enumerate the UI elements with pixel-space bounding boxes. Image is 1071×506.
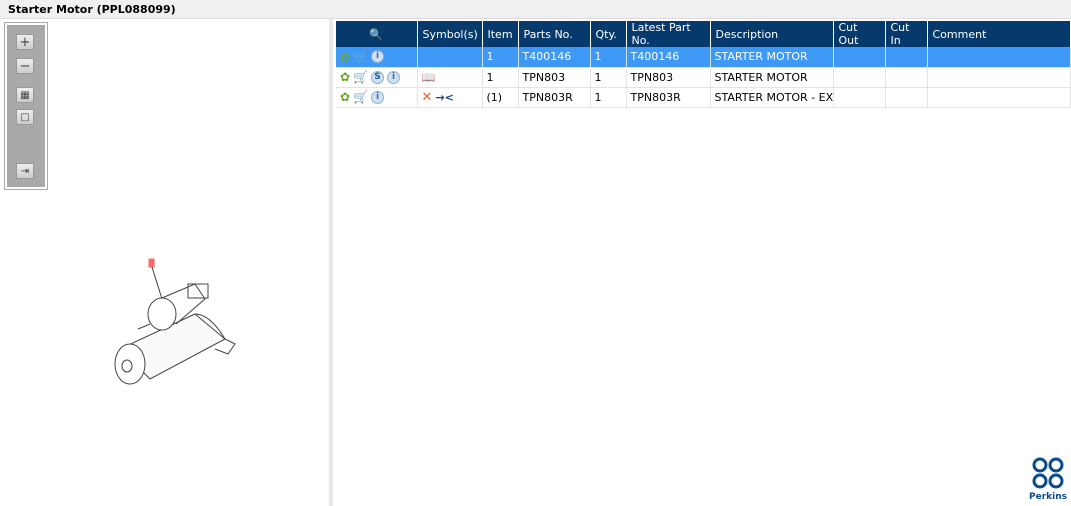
column-header-cut-out[interactable]: Cut Out <box>833 21 886 47</box>
zoom-in-button[interactable]: + <box>16 34 34 50</box>
list-arrow-icon: ⇥ <box>20 165 30 177</box>
zoom-out-button[interactable]: − <box>16 58 34 74</box>
exchange-arrow-icon[interactable]: →< <box>435 91 453 104</box>
parts-no-cell: TPN803R <box>518 87 591 108</box>
parts-table: 🔍 Symbol(s) Item Parts No. Qty. Latest P… <box>336 21 1071 108</box>
gear-icon[interactable]: ✿ <box>340 50 350 64</box>
illustration-pane[interactable]: + − ▦ □ ⇥ <box>0 19 333 506</box>
cut-out-cell <box>833 47 886 68</box>
magnifier-icon: 🔍 <box>369 27 384 41</box>
description-cell: STARTER MOTOR - EXCHANGE <box>710 87 834 108</box>
table-row[interactable]: ✿ 🛒 i ✕ →< (1) TPN803R 1 TPN803R STARTER MO… <box>336 87 1071 108</box>
info-icon[interactable]: i <box>387 70 401 84</box>
gear-icon[interactable]: ✿ <box>340 70 350 84</box>
info-icon[interactable]: i <box>371 90 385 104</box>
starter-motor-drawing[interactable] <box>100 254 250 394</box>
item-cell: 1 <box>482 47 519 68</box>
cross-icon: ✕ <box>421 89 433 105</box>
column-header-parts-no[interactable]: Parts No. <box>518 21 591 47</box>
column-header-description[interactable]: Description <box>710 21 834 47</box>
item-cell: (1) <box>482 87 519 108</box>
search-column-header[interactable]: 🔍 <box>336 21 418 47</box>
item-callout-marker[interactable] <box>148 258 155 268</box>
zoom-toolbar: + − ▦ □ ⇥ <box>4 22 48 190</box>
description-cell: STARTER MOTOR <box>710 67 834 88</box>
latest-part-cell: TPN803 <box>626 67 711 88</box>
cut-in-cell <box>885 47 928 68</box>
actual-size-button[interactable]: □ <box>16 109 34 125</box>
latest-part-cell: TPN803R <box>626 87 711 108</box>
cart-icon[interactable]: 🛒 <box>353 90 368 104</box>
column-header-symbols[interactable]: Symbol(s) <box>417 21 483 47</box>
column-header-latest-part-no[interactable]: Latest Part No. <box>626 21 711 47</box>
comment-cell <box>927 87 1071 108</box>
qty-cell: 1 <box>590 67 627 88</box>
fit-all-button[interactable]: ▦ <box>16 87 34 103</box>
minus-icon: − <box>19 58 31 74</box>
parts-no-cell: TPN803 <box>518 67 591 88</box>
cut-out-cell <box>833 87 886 108</box>
column-header-qty[interactable]: Qty. <box>590 21 627 47</box>
grid-icon: ▦ <box>20 89 30 101</box>
square-icon: □ <box>20 111 30 123</box>
perkins-logo: Perkins <box>1029 457 1067 502</box>
column-header-comment[interactable]: Comment <box>927 21 1071 47</box>
perkins-emblem-icon <box>1032 457 1064 489</box>
table-row[interactable]: ✿ 🛒 Si 📖 1 TPN803 1 TPN803 STARTER MOTOR <box>336 67 1071 88</box>
comment-cell <box>927 47 1071 68</box>
latest-part-cell: T400146 <box>626 47 711 68</box>
cart-icon[interactable]: 🛒 <box>353 50 368 64</box>
info-icon[interactable]: i <box>371 50 385 64</box>
cut-in-cell <box>885 67 928 88</box>
cut-out-cell <box>833 67 886 88</box>
perkins-wordmark: Perkins <box>1029 492 1067 502</box>
qty-cell: 1 <box>590 47 627 68</box>
service-s-icon[interactable]: S <box>371 70 385 84</box>
book-magnifier-icon[interactable]: 📖 <box>422 71 436 84</box>
gear-icon[interactable]: ✿ <box>340 90 350 104</box>
item-cell: 1 <box>482 67 519 88</box>
description-cell: STARTER MOTOR <box>710 47 834 68</box>
column-header-item[interactable]: Item <box>482 21 519 47</box>
comment-cell <box>927 67 1071 88</box>
table-row[interactable]: ✿ 🛒 i 1 T400146 1 T400146 STARTER MOTOR <box>336 47 1071 68</box>
parts-no-cell: T400146 <box>518 47 591 68</box>
window-title: Starter Motor (PPL088099) <box>0 0 1071 19</box>
cart-icon[interactable]: 🛒 <box>353 70 368 84</box>
cut-in-cell <box>885 87 928 108</box>
toggle-list-button[interactable]: ⇥ <box>16 163 34 179</box>
qty-cell: 1 <box>590 87 627 108</box>
plus-icon: + <box>19 34 31 50</box>
column-header-cut-in[interactable]: Cut In <box>885 21 928 47</box>
